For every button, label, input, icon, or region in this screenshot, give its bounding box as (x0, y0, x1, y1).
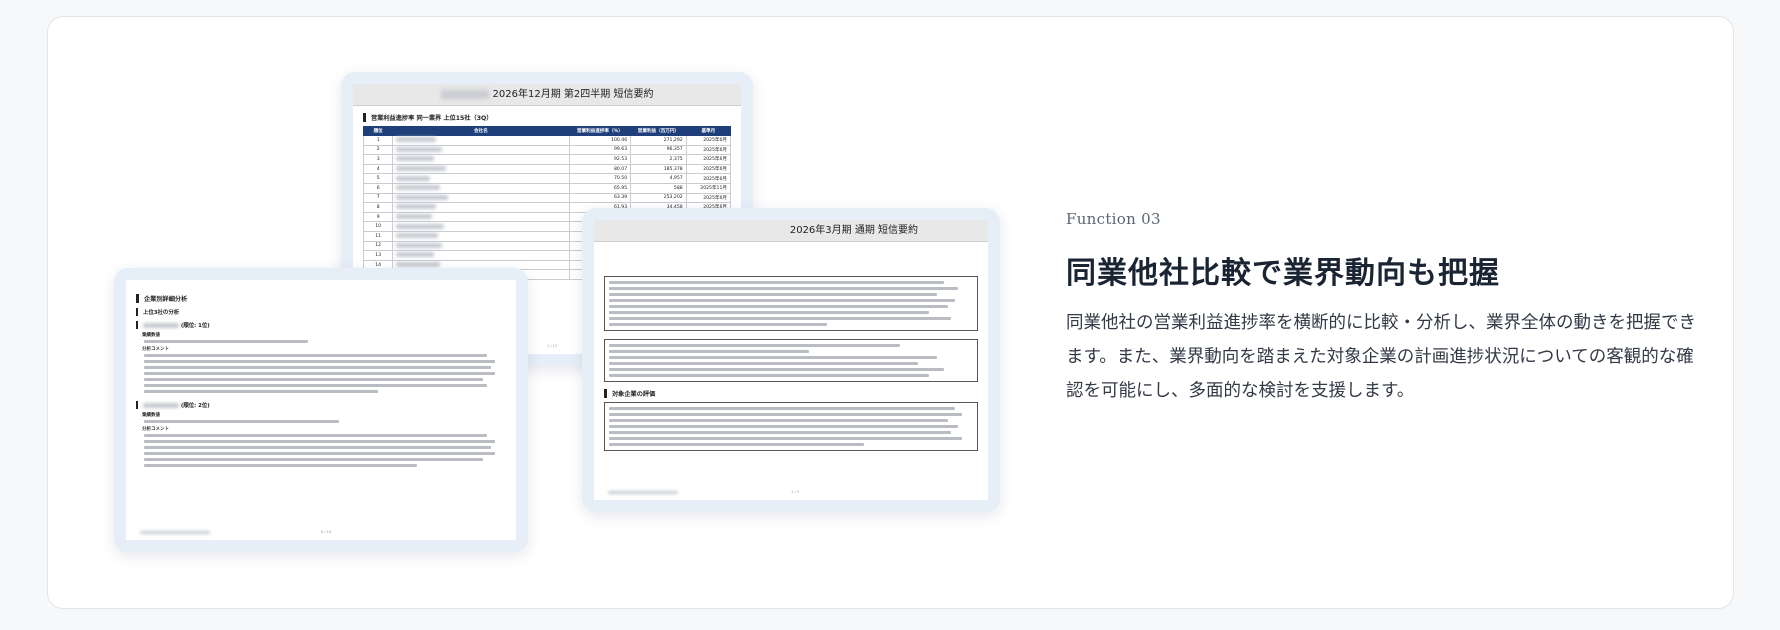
table-cell: 92.53 (568, 154, 632, 165)
table-row: 6 65.95 588 2025年11月 (362, 182, 732, 194)
section-heading: 対象企業の評価 (604, 389, 978, 398)
table-cell: 13 (362, 250, 394, 261)
document-title: 2026年12月期 第2四半期 短信要約 (353, 84, 741, 106)
subsection-heading: 上位3社の分析 (136, 308, 506, 316)
table-cell: 2025年6月 (685, 163, 732, 175)
section-heading: 企業別詳細分析 (136, 294, 506, 303)
summary-text-block (604, 339, 978, 382)
table-cell: 10 (362, 221, 394, 232)
page-number: 1 / 3 (791, 490, 799, 494)
redacted-company-name (396, 262, 441, 268)
table-header-cell: 基準月 (685, 126, 732, 136)
redacted-company-name (396, 166, 447, 172)
table-cell (392, 211, 570, 223)
table-cell: 3 (362, 154, 394, 165)
metrics-label: 業績数値 (142, 413, 160, 418)
redacted-company-name (396, 194, 449, 200)
table-cell: 8 (362, 202, 394, 213)
analysis-document-preview: 企業別詳細分析 上位3社の分析 (順位: 1位) 業績数値 分析コメント (順位… (114, 268, 528, 552)
table-cell (392, 250, 570, 261)
feature-heading: 同業他社比較で業界動向も把握 (1066, 256, 1500, 291)
feature-text: Function 03 同業他社比較で業界動向も把握 同業他社の営業利益進捗率を… (1066, 210, 1706, 408)
redacted-company-name (396, 146, 443, 152)
document-title: 2026年3月期 通期 短信要約 (594, 220, 988, 242)
table-row: 1 100.46 271,292 2025年6月 (362, 135, 732, 146)
table-cell (392, 202, 570, 213)
table-cell: 2025年6月 (685, 135, 732, 146)
table-cell (392, 173, 570, 184)
company-heading: (順位: 2位) (136, 401, 506, 409)
table-cell: 5 (362, 173, 394, 184)
table-row: 4 80.07 185,378 2025年6月 (362, 163, 732, 175)
table-cell: 588 (630, 182, 687, 194)
redacted-company-name (396, 252, 435, 258)
table-row: 3 92.53 2,375 2025年6月 (362, 154, 732, 165)
table-row: 2 99.63 96,357 2025年6月 (362, 144, 732, 156)
table-cell: 4,957 (630, 173, 687, 184)
period-document-preview: 2026年3月期 通期 短信要約 対象企業の評価 1 / 3 (582, 208, 1000, 512)
table-cell: 2,375 (630, 154, 687, 165)
document-footer (608, 490, 678, 494)
redacted-company-name (396, 223, 445, 229)
table-cell: 2 (362, 144, 394, 156)
feature-label: Function 03 (1066, 210, 1161, 228)
table-cell (392, 240, 570, 252)
table-cell: 2025年6月 (685, 192, 732, 204)
table-cell: 2025年11月 (685, 182, 732, 194)
table-cell: 70.50 (568, 173, 632, 184)
company-heading: (順位: 1位) (136, 321, 506, 329)
redacted-company-name (396, 175, 431, 181)
table-cell: 6 (362, 182, 394, 194)
table-cell: 80.07 (568, 163, 632, 175)
redacted-company-name (396, 214, 433, 220)
table-cell: 12 (362, 240, 394, 252)
redacted-company-name (396, 242, 443, 248)
table-cell (392, 230, 570, 242)
comment-label: 分析コメント (142, 427, 169, 432)
table-cell: 271,292 (630, 135, 687, 146)
redacted-company-name (396, 156, 435, 162)
table-cell: 2025年6月 (685, 173, 732, 184)
table-cell: 11 (362, 230, 394, 242)
table-cell (392, 135, 570, 146)
redacted-company-name (396, 204, 437, 210)
comment-label: 分析コメント (142, 347, 169, 352)
table-cell (392, 154, 570, 165)
table-cell: 2025年6月 (685, 144, 732, 156)
table-cell: 2025年6月 (685, 154, 732, 165)
table-header-cell: 営業利益進捗率（%） (568, 126, 632, 136)
table-cell: 63.39 (568, 192, 632, 204)
table-cell: 65.95 (568, 182, 632, 194)
table-cell: 96,357 (630, 144, 687, 156)
document-footer (140, 530, 210, 534)
metrics-label: 業績数値 (142, 333, 160, 338)
table-header-cell: 順位 (362, 126, 394, 136)
table-header-cell: 営業利益（百万円） (630, 126, 687, 136)
feature-description: 同業他社の営業利益進捗率を横断的に比較・分析し、業界全体の動きを把握できます。ま… (1066, 313, 1696, 401)
redacted-company-name (396, 185, 441, 191)
table-cell: 7 (362, 192, 394, 204)
table-row: 5 70.50 4,957 2025年6月 (362, 173, 732, 184)
table-cell: 253,202 (630, 192, 687, 204)
section-heading: 営業利益進捗率 同一業界 上位15社（3Q） (363, 113, 731, 122)
table-cell (392, 182, 570, 194)
table-cell: 99.63 (568, 144, 632, 156)
page-number: 8 / 16 (321, 530, 332, 534)
table-cell (392, 221, 570, 232)
table-cell: 9 (362, 211, 394, 223)
table-cell (392, 144, 570, 156)
table-header-cell: 会社名 (392, 126, 570, 136)
table-cell (392, 163, 570, 175)
evaluation-text-block (604, 402, 978, 451)
page-number: 1 / 12 (547, 344, 558, 348)
table-cell: 4 (362, 163, 394, 175)
redacted-company-name (396, 233, 439, 239)
redacted-company-name (396, 137, 437, 143)
table-cell (392, 192, 570, 204)
table-cell: 1 (362, 135, 394, 146)
table-row: 7 63.39 253,202 2025年6月 (362, 192, 732, 204)
table-cell: 100.46 (568, 135, 632, 146)
table-cell: 185,378 (630, 163, 687, 175)
summary-text-block (604, 276, 978, 331)
